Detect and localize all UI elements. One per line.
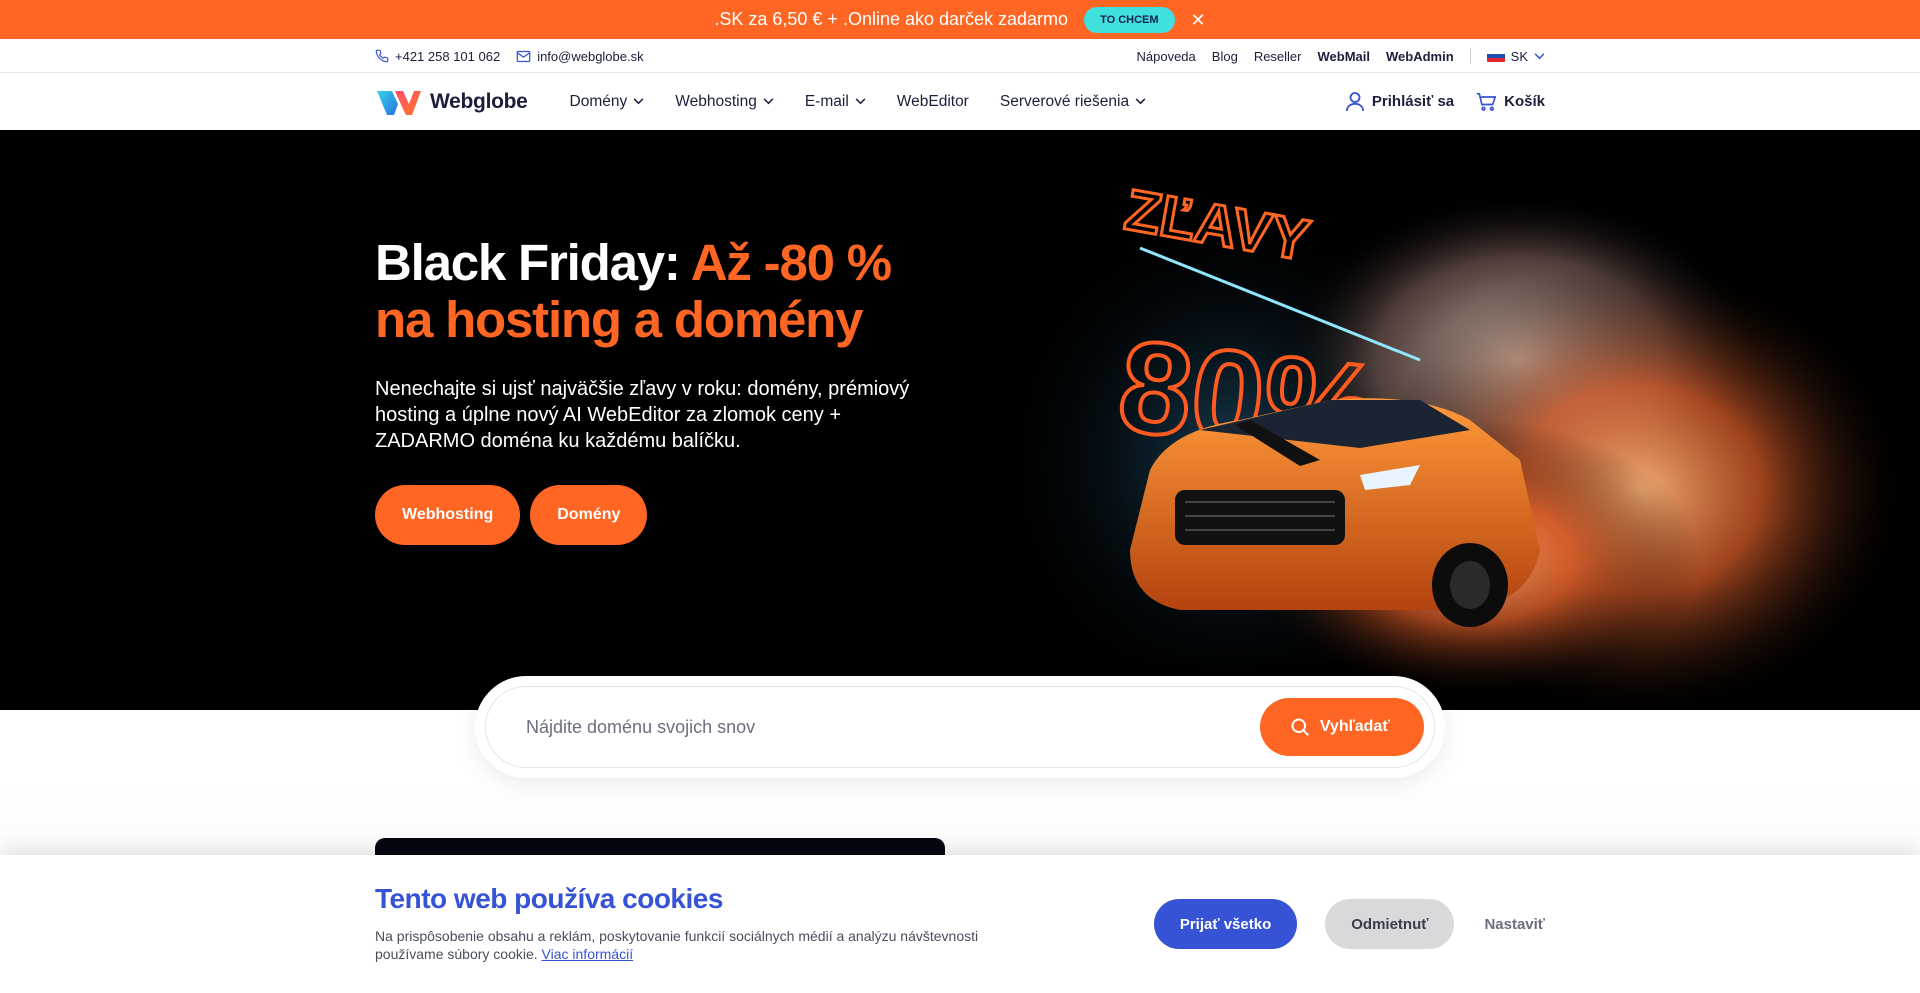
settings-button[interactable]: Nastaviť	[1484, 899, 1545, 949]
hero-buttons: Webhosting Domény	[375, 485, 648, 545]
promo-bar: .SK za 6,50 € + .Online ako darček zadar…	[0, 0, 1920, 39]
logo[interactable]: Webglobe	[375, 87, 528, 117]
top-links: Nápoveda Blog Reseller WebMail WebAdmin …	[1137, 48, 1546, 64]
accept-all-button[interactable]: Prijať všetko	[1153, 899, 1298, 949]
menu-webeditor[interactable]: WebEditor	[897, 93, 969, 111]
login-label: Prihlásiť sa	[1371, 93, 1455, 110]
main-nav: Webglobe Domény Webhosting E-mail WebEdi…	[0, 73, 1920, 130]
domain-search-input[interactable]	[526, 716, 1260, 738]
top-bar: +421 258 101 062 info@webglobe.sk Nápove…	[0, 39, 1920, 73]
user-icon	[1345, 91, 1364, 111]
email-link[interactable]: info@webglobe.sk	[516, 48, 644, 64]
divider	[1469, 48, 1471, 64]
chevron-down-icon	[1534, 52, 1545, 59]
close-icon[interactable]: ✕	[1191, 11, 1206, 29]
cart-icon	[1476, 92, 1497, 111]
menu-label: Domény	[569, 92, 628, 110]
webhosting-button[interactable]: Webhosting	[375, 485, 521, 545]
menu-email[interactable]: E-mail	[805, 93, 866, 111]
link-webadmin[interactable]: WebAdmin	[1386, 49, 1454, 64]
chevron-down-icon	[1135, 98, 1146, 105]
hero-title-discount: Až -80 %	[690, 234, 892, 291]
phone-number: +421 258 101 062	[395, 48, 501, 64]
cookie-text: Na prispôsobenie obsahu a reklám, poskyt…	[375, 927, 1035, 963]
cookie-title: Tento web používa cookies	[375, 883, 723, 914]
menu-label: E-mail	[804, 92, 849, 110]
domain-search: Vyhľadať	[475, 676, 1445, 778]
promo-text: .SK za 6,50 € + .Online ako darček zadar…	[714, 9, 1069, 29]
mail-icon	[516, 50, 531, 62]
promo-cta-button[interactable]: TO CHCEM	[1084, 6, 1175, 33]
link-webmail[interactable]: WebMail	[1318, 49, 1371, 64]
search-icon	[1291, 718, 1309, 737]
phone-link[interactable]: +421 258 101 062	[375, 49, 500, 64]
cookie-actions: Prijať všetko Odmietnuť Nastaviť	[1153, 899, 1545, 949]
link-napoveda[interactable]: Nápoveda	[1137, 49, 1196, 64]
hero-subtitle: Nenechajte si ujsť najväčšie zľavy v rok…	[375, 378, 910, 452]
contact-info: +421 258 101 062 info@webglobe.sk	[375, 49, 644, 64]
slovak-flag-icon	[1486, 50, 1505, 62]
domains-button[interactable]: Domény	[530, 485, 648, 545]
cart-label: Košík	[1504, 93, 1545, 110]
email-address: info@webglobe.sk	[537, 48, 644, 64]
menu-label: Serverové riešenia	[999, 92, 1130, 110]
black-friday-car-illustration: ZĽAVY 80%	[1000, 176, 1910, 710]
hero-banner: ZĽAVY 80% Black Friday: Až -80 % na host…	[0, 130, 1920, 710]
login-link[interactable]: Prihlásiť sa	[1345, 91, 1455, 112]
reject-button[interactable]: Odmietnuť	[1325, 899, 1455, 949]
search-button-label: Vyhľadať	[1319, 718, 1390, 735]
chevron-down-icon	[763, 98, 774, 105]
cookie-banner: Tento web používa cookies Na prispôsoben…	[0, 855, 1920, 993]
cookie-description: Na prispôsobenie obsahu a reklám, poskyt…	[375, 928, 979, 962]
chevron-down-icon	[855, 98, 866, 105]
cart-link[interactable]: Košík	[1476, 92, 1545, 112]
link-reseller[interactable]: Reseller	[1254, 49, 1302, 64]
hero-title-products: na hosting a domény	[375, 291, 863, 348]
main-menu: Domény Webhosting E-mail WebEditor Serve…	[570, 93, 1147, 111]
webglobe-logo-icon	[377, 90, 421, 115]
nav-actions: Prihlásiť sa Košík	[1345, 91, 1545, 112]
search-field: Vyhľadať	[485, 686, 1435, 768]
language-selector[interactable]: SK	[1486, 48, 1545, 64]
logo-text: Webglobe	[430, 89, 528, 113]
language-code: SK	[1510, 48, 1528, 64]
hero-title: Black Friday: Až -80 % na hosting a domé…	[375, 234, 935, 348]
phone-icon	[375, 49, 389, 63]
menu-label: WebEditor	[896, 92, 969, 110]
more-info-link[interactable]: Viac informácií	[542, 946, 634, 962]
search-button[interactable]: Vyhľadať	[1259, 698, 1424, 756]
menu-domeny[interactable]: Domény	[570, 93, 645, 111]
link-blog[interactable]: Blog	[1212, 49, 1238, 64]
menu-webhosting[interactable]: Webhosting	[675, 93, 774, 111]
menu-serverove-riesenia[interactable]: Serverové riešenia	[1000, 93, 1146, 111]
menu-label: Webhosting	[675, 92, 757, 110]
chevron-down-icon	[633, 98, 644, 105]
hero-title-white: Black Friday:	[375, 234, 691, 291]
